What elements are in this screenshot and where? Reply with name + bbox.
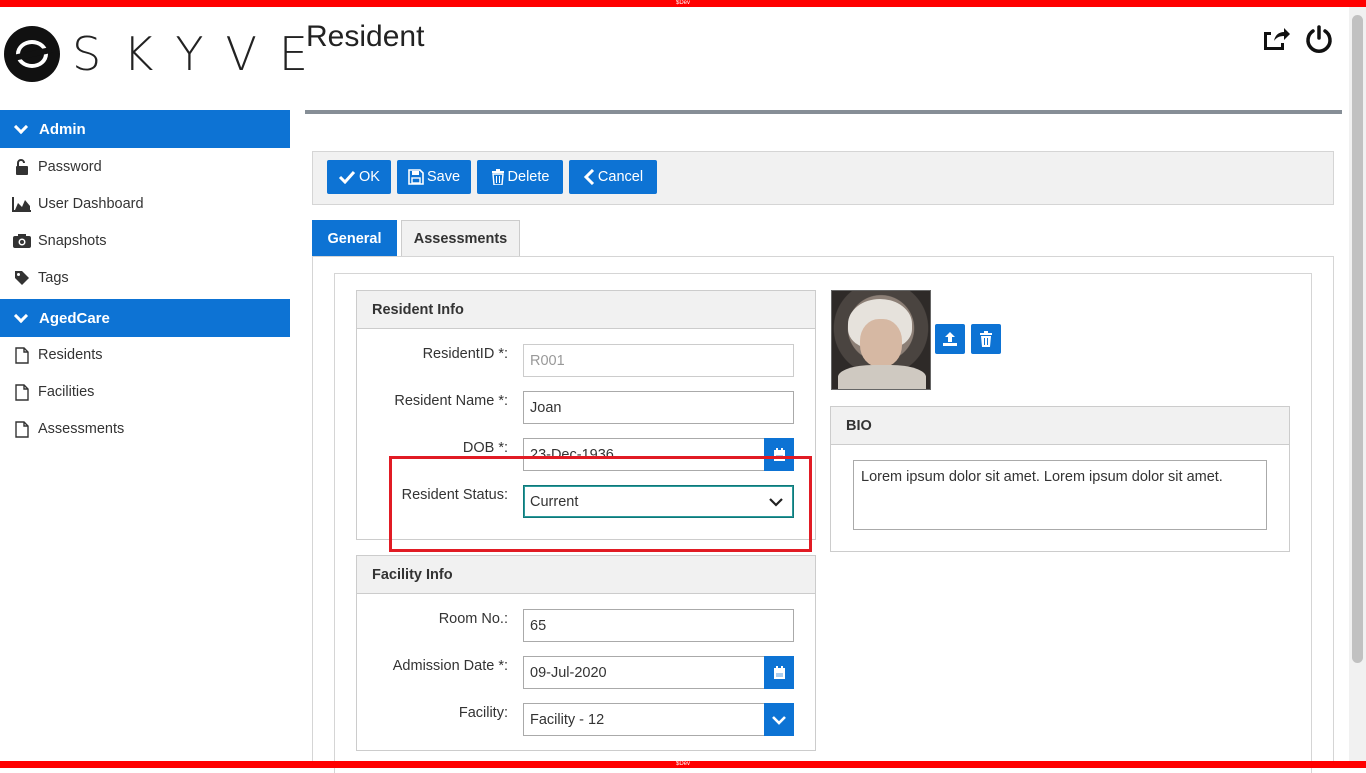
lock-open-icon: [12, 158, 32, 176]
scrollbar-thumb[interactable]: [1352, 15, 1363, 663]
chevron-left-icon: [583, 169, 594, 185]
sidebar-item-residents[interactable]: Residents: [0, 337, 290, 373]
chevron-down-icon: [772, 715, 786, 725]
action-toolbar: OK Save Delete Cancel: [312, 151, 1334, 205]
sidebar-item-assessments[interactable]: Assessments: [0, 411, 290, 447]
facility-field[interactable]: Facility - 12: [523, 703, 765, 736]
admission-calendar-button[interactable]: [764, 656, 794, 689]
sidebar-item-label: Password: [38, 159, 102, 175]
facility-label: Facility:: [458, 705, 508, 721]
calendar-icon: [773, 665, 785, 679]
document-icon: [12, 420, 32, 438]
delete-button[interactable]: Delete: [477, 160, 563, 194]
menu-group-admin[interactable]: Admin: [0, 110, 290, 148]
chevron-down-icon: [13, 119, 29, 134]
page-title: Resident: [306, 20, 425, 53]
dev-environment-bar-top: $Dev: [0, 0, 1366, 7]
room-no-label: Room No.:: [438, 611, 508, 627]
document-icon: [12, 383, 32, 401]
tab-assessments[interactable]: Assessments: [401, 220, 520, 257]
menu-group-label: AgedCare: [39, 309, 110, 327]
area-chart-icon: [12, 195, 32, 213]
save-button-label: Save: [426, 169, 461, 185]
resident-name-field[interactable]: Joan: [523, 391, 794, 424]
brand-name: SKYVE: [72, 27, 330, 81]
chevron-down-icon: [13, 308, 29, 323]
save-button[interactable]: Save: [397, 160, 471, 194]
dev-environment-bar-bottom: $Dev: [0, 761, 1366, 768]
sidebar-item-password[interactable]: Password: [0, 149, 290, 185]
skyve-logo-mark-icon: [4, 26, 60, 82]
admission-date-field[interactable]: 09-Jul-2020: [523, 656, 765, 689]
resident-id-field[interactable]: R001: [523, 344, 794, 377]
upload-photo-button[interactable]: [935, 324, 965, 354]
check-icon: [338, 170, 356, 184]
document-icon: [12, 346, 32, 364]
share-icon[interactable]: [1260, 24, 1290, 54]
sidebar-item-label: Assessments: [38, 421, 125, 437]
camera-icon: [12, 232, 32, 250]
sidebar-item-label: Tags: [38, 270, 69, 286]
tab-general[interactable]: General: [312, 220, 397, 257]
resident-photo: [831, 290, 931, 390]
resident-status-highlight: [389, 456, 812, 552]
delete-button-label: Delete: [507, 169, 550, 185]
menu-group-label: Admin: [39, 120, 86, 138]
menu-group-agedcare[interactable]: AgedCare: [0, 299, 290, 337]
admission-date-label: Admission Date *:: [392, 658, 508, 674]
resident-id-label: ResidentID *:: [422, 346, 508, 362]
facility-dropdown-button[interactable]: [764, 703, 794, 736]
header-divider: [305, 110, 1342, 114]
ok-button-label: OK: [359, 169, 380, 185]
floppy-icon: [408, 169, 424, 185]
sidebar-item-facilities[interactable]: Facilities: [0, 374, 290, 410]
sidebar-item-label: Residents: [38, 347, 103, 363]
ok-button[interactable]: OK: [327, 160, 391, 194]
trash-icon: [980, 331, 992, 347]
sidebar-item-user-dashboard[interactable]: User Dashboard: [0, 186, 290, 222]
delete-photo-button[interactable]: [971, 324, 1001, 354]
bio-textarea[interactable]: Lorem ipsum dolor sit amet. Lorem ipsum …: [853, 460, 1267, 530]
resident-name-label: Resident Name *:: [394, 393, 508, 409]
sidebar-item-snapshots[interactable]: Snapshots: [0, 223, 290, 259]
resident-info-title: Resident Info: [357, 291, 815, 329]
trash-icon: [491, 169, 504, 185]
sidebar-item-label: Facilities: [38, 384, 95, 400]
cancel-button-label: Cancel: [597, 169, 644, 185]
sidebar-item-label: User Dashboard: [38, 196, 144, 212]
page-scrollbar[interactable]: [1349, 7, 1366, 761]
tag-icon: [12, 269, 32, 287]
power-icon[interactable]: [1304, 24, 1334, 54]
sidebar-item-tags[interactable]: Tags: [0, 260, 290, 296]
dob-label: DOB *:: [462, 440, 508, 456]
cancel-button[interactable]: Cancel: [569, 160, 657, 194]
room-no-field[interactable]: 65: [523, 609, 794, 642]
bio-title: BIO: [831, 407, 1289, 445]
facility-info-title: Facility Info: [357, 556, 815, 594]
skyve-logo[interactable]: SKYVE: [4, 26, 330, 82]
sidebar-item-label: Snapshots: [38, 233, 107, 249]
upload-icon: [943, 332, 957, 346]
